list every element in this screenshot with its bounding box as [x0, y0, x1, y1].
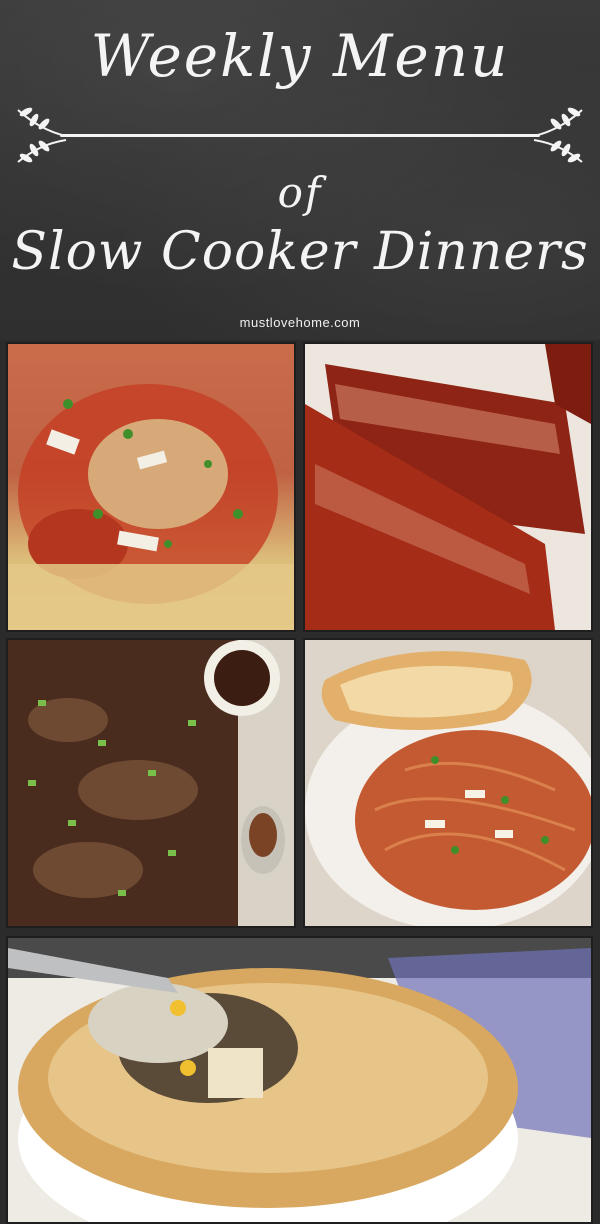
- bbq-ribs-photo: [303, 342, 593, 632]
- divider-rule: [60, 134, 540, 137]
- title-weekly-menu: Weekly Menu: [90, 22, 510, 90]
- spaghetti-with-toast-photo: [303, 638, 593, 928]
- chicken-cacciatore-spaghetti-photo: [6, 342, 296, 632]
- chalkboard-header: Weekly Menu of Slow Cooker Dinners mustl…: [0, 0, 600, 340]
- title-of: of: [277, 168, 323, 217]
- laurel-right-icon: [533, 107, 583, 163]
- site-url[interactable]: mustlovehome.com: [0, 315, 600, 330]
- teriyaki-chicken-photo: [6, 638, 296, 928]
- title-slow-cooker-dinners: Slow Cooker Dinners: [11, 222, 589, 282]
- pin-graphic: Weekly Menu of Slow Cooker Dinners mustl…: [0, 0, 600, 1224]
- chicken-pot-pie-photo: [6, 936, 593, 1224]
